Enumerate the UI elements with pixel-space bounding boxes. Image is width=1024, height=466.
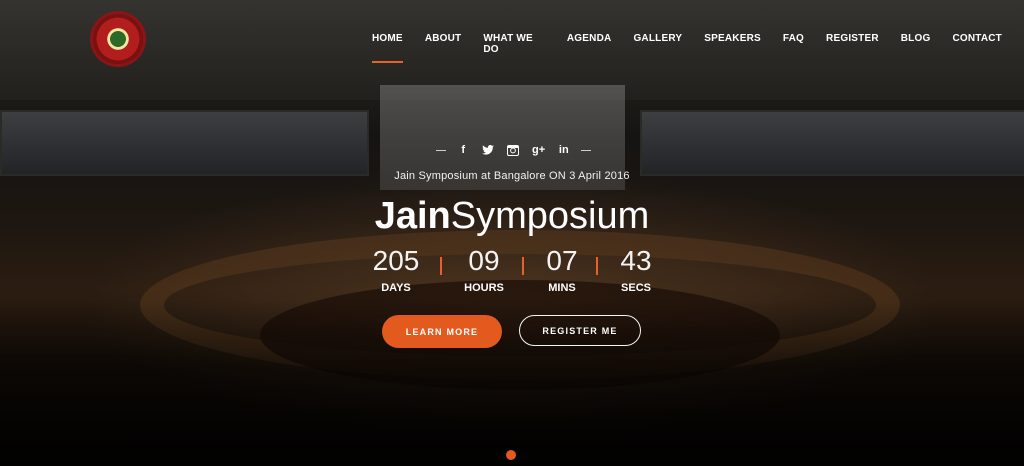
event-title: JainSymposium	[0, 192, 1024, 240]
countdown-mins: 07 MINS	[532, 244, 592, 294]
countdown: 205 DAYS 09 HOURS 07 MINS 43 SECS	[366, 244, 666, 304]
countdown-hours-value: 09	[468, 245, 500, 276]
countdown-mins-value: 07	[546, 245, 578, 276]
google-plus-icon[interactable]: g+	[531, 143, 547, 157]
nav-item-what-we-do[interactable]: WHAT WE DO	[483, 33, 545, 55]
nav-item-agenda[interactable]: AGENDA	[567, 33, 612, 55]
event-tagline: Jain Symposium at Bangalore ON 3 April 2…	[394, 170, 630, 182]
social-links: f g+ in	[436, 143, 591, 157]
nav-item-register[interactable]: REGISTER	[826, 33, 879, 55]
countdown-separator	[440, 257, 442, 275]
countdown-hours-label: HOURS	[464, 282, 504, 294]
nav-item-speakers[interactable]: SPEAKERS	[704, 33, 761, 55]
nav-item-about[interactable]: ABOUT	[425, 33, 462, 55]
slider-indicator-dot[interactable]	[506, 450, 516, 460]
countdown-secs-value: 43	[620, 245, 652, 276]
nav-item-home[interactable]: HOME	[372, 33, 403, 63]
countdown-days-label: DAYS	[381, 282, 411, 294]
countdown-days-value: 205	[372, 245, 420, 276]
countdown-days: 205 DAYS	[366, 244, 426, 294]
register-me-button[interactable]: REGISTER ME	[519, 315, 641, 346]
countdown-secs-label: SECS	[621, 282, 651, 294]
event-title-light: Symposium	[450, 195, 650, 237]
countdown-separator	[596, 257, 598, 275]
social-divider-right	[580, 149, 591, 151]
nav-item-blog[interactable]: BLOG	[901, 33, 931, 55]
social-divider-left	[436, 149, 446, 151]
twitter-icon[interactable]	[480, 143, 496, 157]
nav-item-gallery[interactable]: GALLERY	[633, 33, 682, 55]
facebook-icon[interactable]: f	[455, 143, 471, 157]
countdown-hours: 09 HOURS	[454, 244, 514, 294]
learn-more-button[interactable]: LEARN MORE	[382, 315, 502, 348]
countdown-secs: 43 SECS	[606, 244, 666, 294]
site-logo[interactable]	[93, 14, 143, 64]
event-title-bold: Jain	[374, 195, 451, 237]
linkedin-icon[interactable]: in	[556, 143, 572, 157]
nav-item-contact[interactable]: CONTACT	[952, 33, 1002, 55]
instagram-icon[interactable]	[505, 143, 521, 157]
main-nav: HOME ABOUT WHAT WE DO AGENDA GALLERY SPE…	[372, 33, 1024, 63]
countdown-mins-label: MINS	[548, 282, 576, 294]
nav-item-faq[interactable]: FAQ	[783, 33, 804, 55]
countdown-separator	[522, 257, 524, 275]
